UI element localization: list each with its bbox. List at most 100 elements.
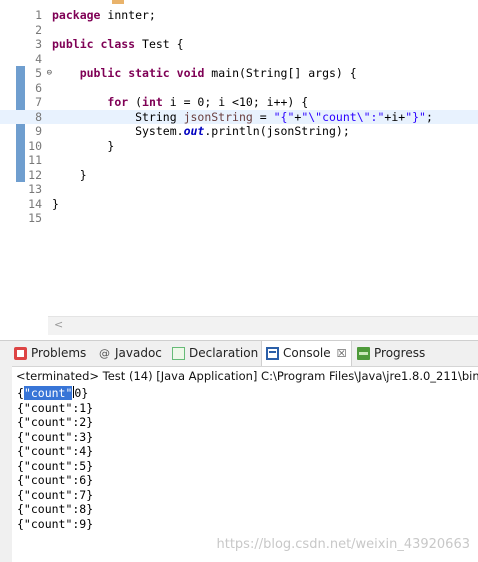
code-token: "{" <box>273 109 295 124</box>
console-output-line[interactable]: {"count":1} <box>17 401 93 416</box>
java-file-icon <box>112 0 124 4</box>
console-output-line[interactable]: {"count":7} <box>17 488 93 503</box>
code-text: for (int i = 0; i <10; i++) { <box>52 95 308 110</box>
console-output-line[interactable]: {"count":5} <box>17 459 93 474</box>
console-output-line[interactable]: {"count":4} <box>17 444 93 459</box>
code-token: System. <box>52 124 184 138</box>
code-area[interactable]: 1 package innter; 2 3 public class Test { 4 5 … <box>0 8 478 226</box>
view-left-margin <box>0 341 12 562</box>
code-line[interactable]: 14} <box>0 197 478 212</box>
line-number: 15 <box>28 211 42 225</box>
tab-declaration[interactable]: Declaration <box>172 341 258 366</box>
close-icon[interactable]: ☒ <box>337 341 347 366</box>
tab-problems[interactable]: Problems <box>14 341 86 366</box>
line-number: 2 <box>35 22 42 37</box>
line-number: 14 <box>28 196 42 211</box>
line-number: 3 <box>35 37 42 51</box>
line-number: 10 <box>28 138 42 153</box>
code-text: } <box>52 139 114 154</box>
console-output[interactable]: {"count" 0} {"count":1} {"count":2} {"count"… <box>17 386 93 531</box>
code-line[interactable]: 5 public static void main(String[] args)… <box>0 66 478 81</box>
bottom-view-panel: Problems @ Javadoc Declaration Console ☒… <box>0 340 478 562</box>
selected-text[interactable]: "count" <box>23 386 73 400</box>
code-token: Test { <box>135 37 184 51</box>
line-number: 8 <box>35 109 42 124</box>
problems-icon <box>14 347 27 360</box>
tab-progress[interactable]: Progress <box>357 341 425 366</box>
code-token: "}" <box>405 109 426 124</box>
code-text: public class Test { <box>52 37 184 52</box>
code-token: String <box>52 109 184 124</box>
javadoc-icon: @ <box>99 347 110 360</box>
tab-console[interactable]: Console ☒ <box>261 341 352 366</box>
code-line[interactable]: 4 <box>0 52 478 67</box>
tab-label: Console <box>283 346 331 360</box>
horizontal-scrollbar[interactable]: < <box>48 316 478 335</box>
code-line[interactable]: 13 <box>0 182 478 197</box>
code-line[interactable]: 1 package innter; <box>0 8 478 23</box>
code-token: main(String[] args) { <box>204 66 357 80</box>
console-output-line[interactable]: {"count":2} <box>17 415 93 430</box>
console-output-line[interactable]: {"count":3} <box>17 430 93 445</box>
code-token: out <box>183 124 205 138</box>
console-output-line[interactable]: {"count":9} <box>17 517 93 532</box>
code-token: public <box>79 66 122 80</box>
code-token: jsonString <box>183 109 253 124</box>
scroll-left-icon[interactable]: < <box>54 318 63 331</box>
tab-label: Javadoc <box>115 346 162 360</box>
code-line[interactable]: 2 <box>0 23 478 38</box>
code-token: .println(jsonString); <box>204 124 350 138</box>
line-number: 6 <box>35 80 42 95</box>
line-number: 12 <box>28 167 42 182</box>
tab-label: Progress <box>374 346 426 360</box>
code-token: innter; <box>100 8 156 22</box>
declaration-icon <box>172 347 185 360</box>
code-token: for <box>107 95 129 109</box>
line-number: 13 <box>28 182 42 196</box>
tab-label: Problems <box>31 346 87 360</box>
code-text: System.out.println(jsonString); <box>52 124 350 139</box>
progress-icon <box>357 347 370 360</box>
line-number: 11 <box>28 153 42 167</box>
editor-tab-strip <box>40 0 220 5</box>
output-prefix: { <box>17 386 24 400</box>
code-token: static <box>128 66 170 80</box>
line-number: 5 <box>22 66 52 81</box>
code-text: public static void main(String[] args) { <box>52 66 357 81</box>
code-line[interactable]: 7 for (int i = 0; i <10; i++) { <box>0 95 478 110</box>
code-token: ( <box>128 95 143 109</box>
code-token: +i+ <box>384 109 406 124</box>
code-line[interactable]: 10 } <box>0 139 478 154</box>
code-line[interactable]: 8 String jsonString = "{"+"\"count\":"+i… <box>0 109 478 125</box>
line-number: 9 <box>35 124 42 138</box>
code-token: ; <box>425 109 433 124</box>
tab-label: Declaration <box>189 346 259 360</box>
code-line[interactable]: 6 <box>0 81 478 96</box>
console-output-line[interactable]: {"count":6} <box>17 473 93 488</box>
console-output-line[interactable]: {"count" 0} <box>17 386 93 401</box>
console-process-label: <terminated> Test (14) [Java Application… <box>16 369 478 383</box>
watermark: https://blog.csdn.net/weixin_43920663 <box>216 537 470 552</box>
tab-javadoc[interactable]: @ Javadoc <box>98 341 162 366</box>
code-token: = <box>252 109 274 124</box>
code-editor[interactable]: 1 package innter; 2 3 public class Test { 4 5 … <box>0 0 478 340</box>
code-token: "\"count\":" <box>301 109 385 124</box>
code-text: String jsonString = "{"+"\"count\":"+i+"… <box>52 110 433 125</box>
code-token: } <box>52 196 59 211</box>
code-line[interactable]: 15 <box>0 211 478 226</box>
code-token: i = 0; i <10; i++) { <box>162 95 309 109</box>
code-token: package <box>52 8 101 22</box>
code-text: } <box>52 197 59 212</box>
code-line[interactable]: 12 } <box>0 168 478 183</box>
console-output-line[interactable]: {"count":8} <box>17 502 93 517</box>
code-line[interactable]: 3 public class Test { <box>0 37 478 52</box>
line-number: 1 <box>35 8 42 22</box>
code-token: public <box>52 37 94 51</box>
line-number: 7 <box>35 95 42 109</box>
code-line[interactable]: 9 System.out.println(jsonString); <box>0 124 478 139</box>
code-line[interactable]: 11 <box>0 153 478 168</box>
line-number: 4 <box>35 51 42 66</box>
